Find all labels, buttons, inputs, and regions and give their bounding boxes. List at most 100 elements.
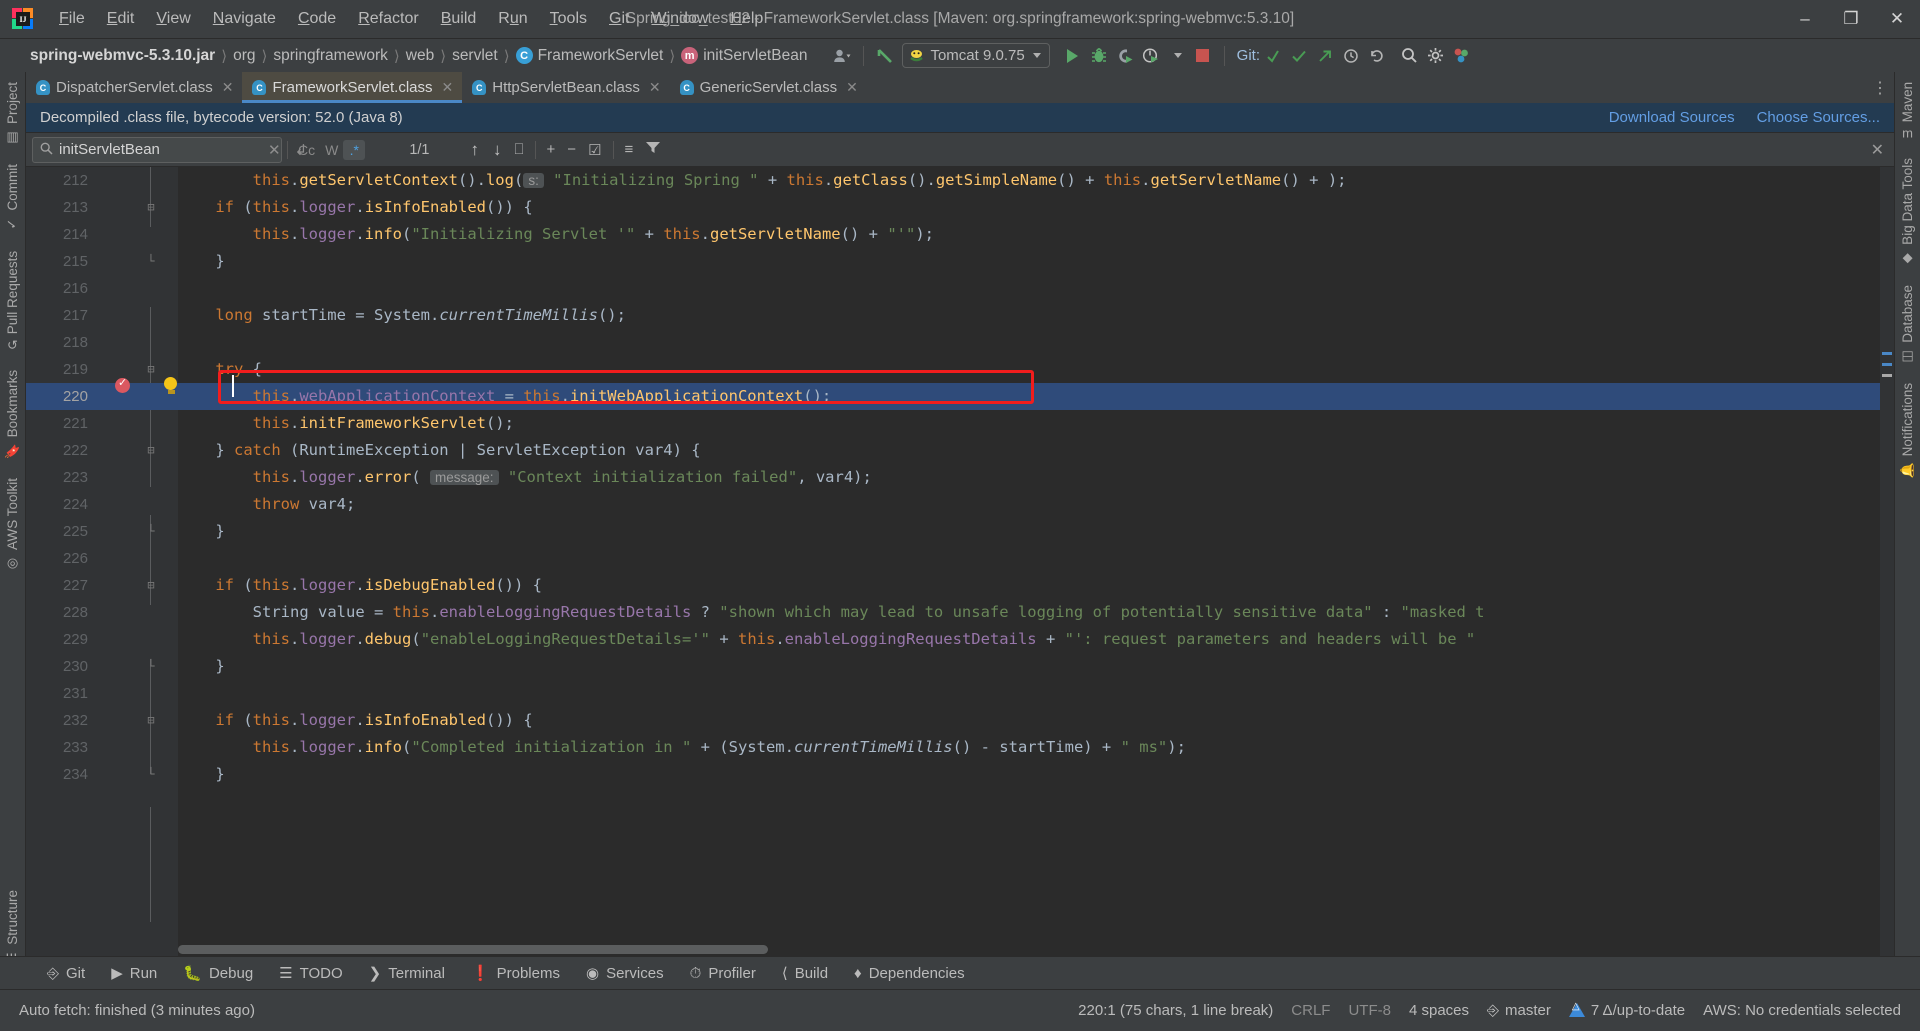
code-line[interactable]: 225 └ } bbox=[26, 518, 1894, 545]
code-line[interactable]: 220 this.webApplicationContext = this.in… bbox=[26, 383, 1894, 410]
breadcrumb-item-org[interactable]: org bbox=[229, 45, 259, 67]
sidebar-item-project[interactable]: ▤ Project bbox=[2, 72, 23, 154]
code-line[interactable]: 216 bbox=[26, 275, 1894, 302]
bottom-item-todo[interactable]: ☰ TODO bbox=[266, 960, 356, 986]
stop-icon[interactable] bbox=[1190, 43, 1216, 69]
build-hammer-icon[interactable] bbox=[872, 43, 898, 69]
find-previous-icon[interactable]: ↑ bbox=[464, 140, 487, 160]
sidebar-item-aws-toolkit[interactable]: ◎ AWS Toolkit bbox=[2, 468, 23, 580]
menu-git[interactable]: Git bbox=[598, 7, 640, 31]
choose-sources-link[interactable]: Choose Sources... bbox=[1757, 109, 1880, 126]
download-sources-link[interactable]: Download Sources bbox=[1609, 109, 1735, 126]
fold-collapse-icon[interactable]: ⊟ bbox=[144, 572, 158, 599]
git-history-icon[interactable] bbox=[1338, 43, 1364, 69]
profiler-icon[interactable] bbox=[1138, 43, 1164, 69]
code-line[interactable]: 229 this.logger.debug("enableLoggingRequ… bbox=[26, 626, 1894, 653]
sidebar-item-pull-requests[interactable]: ↺ Pull Requests bbox=[2, 241, 23, 360]
bottom-item-profiler[interactable]: ⏱ Profiler bbox=[677, 961, 769, 986]
code-line[interactable]: 228 String value = this.enableLoggingReq… bbox=[26, 599, 1894, 626]
sidebar-item-commit[interactable]: ✓ Commit bbox=[2, 154, 23, 241]
aws-credentials-status[interactable]: AWS: No credentials selected bbox=[1694, 1000, 1910, 1021]
tab-generic-servlet[interactable]: C GenericServlet.class ✕ bbox=[670, 72, 867, 103]
filter-lines-icon[interactable]: ≡ bbox=[619, 141, 640, 158]
file-encoding[interactable]: UTF-8 bbox=[1339, 1000, 1400, 1021]
fold-collapse-icon[interactable]: ⊟ bbox=[144, 194, 158, 221]
git-update-icon[interactable] bbox=[1260, 43, 1286, 69]
menu-tools[interactable]: Tools bbox=[539, 7, 598, 31]
menu-code[interactable]: Code bbox=[287, 7, 347, 31]
stripe-marker[interactable] bbox=[1882, 374, 1892, 377]
fold-collapse-icon[interactable]: ⊟ bbox=[144, 356, 158, 383]
menu-file[interactable]: File bbox=[48, 7, 96, 31]
breadcrumb-item-class[interactable]: C FrameworkServlet bbox=[512, 45, 668, 67]
user-avatar-icon[interactable] bbox=[829, 43, 855, 69]
close-find-icon[interactable]: ✕ bbox=[1861, 140, 1894, 160]
code-line[interactable]: 213 ⊟ if (this.logger.isInfoEnabled()) { bbox=[26, 194, 1894, 221]
horizontal-scrollbar[interactable] bbox=[178, 943, 1880, 956]
sidebar-item-notifications[interactable]: 🔔 Notifications bbox=[1897, 373, 1918, 487]
bottom-item-services[interactable]: ◉ Services bbox=[573, 960, 677, 986]
code-line[interactable]: 223 this.logger.error( message: "Context… bbox=[26, 464, 1894, 491]
regex-toggle[interactable]: .* bbox=[343, 139, 366, 160]
tab-http-servlet-bean[interactable]: C HttpServletBean.class ✕ bbox=[462, 72, 669, 103]
menu-navigate[interactable]: Navigate bbox=[202, 7, 287, 31]
sidebar-item-database[interactable]: ◫ Database bbox=[1897, 275, 1918, 373]
search-everywhere-icon[interactable] bbox=[1396, 43, 1422, 69]
code-line[interactable]: 217 long startTime = System.currentTimeM… bbox=[26, 302, 1894, 329]
code-line[interactable]: 221 this.initFrameworkServlet(); bbox=[26, 410, 1894, 437]
code-line[interactable]: 215 └ } bbox=[26, 248, 1894, 275]
breadcrumb-item-method[interactable]: m initServletBean bbox=[677, 45, 811, 67]
close-tab-icon[interactable]: ✕ bbox=[846, 79, 858, 96]
select-all-occurrences-icon[interactable]: ☑ bbox=[582, 141, 607, 159]
clear-search-icon[interactable]: ✕ bbox=[264, 141, 285, 159]
minimize-button[interactable]: – bbox=[1782, 0, 1828, 38]
add-occurrence-icon[interactable]: + bbox=[541, 141, 562, 158]
breadcrumb-item-servlet[interactable]: servlet bbox=[448, 45, 502, 67]
bottom-item-build[interactable]: ⟨ Build bbox=[769, 960, 841, 986]
code-line[interactable]: 224 throw var4; bbox=[26, 491, 1894, 518]
match-case-toggle[interactable]: Cc bbox=[293, 140, 320, 160]
find-next-icon[interactable]: ↓ bbox=[486, 140, 509, 160]
fold-end-icon[interactable]: └ bbox=[144, 248, 158, 275]
bottom-item-git[interactable]: ⎆ Git bbox=[34, 961, 98, 986]
code-line[interactable]: 222 ⊟ } catch (RuntimeException | Servlet… bbox=[26, 437, 1894, 464]
close-tab-icon[interactable]: ✕ bbox=[442, 79, 454, 96]
code-line[interactable]: 231 bbox=[26, 680, 1894, 707]
code-line[interactable]: 233 this.logger.info("Completed initiali… bbox=[26, 734, 1894, 761]
search-input[interactable] bbox=[59, 141, 258, 158]
menu-run[interactable]: Run bbox=[487, 7, 538, 31]
plugin-icon[interactable] bbox=[1448, 43, 1474, 69]
search-icon[interactable] bbox=[40, 142, 53, 158]
close-tab-icon[interactable]: ✕ bbox=[649, 79, 661, 96]
code-line[interactable]: 230 └ } bbox=[26, 653, 1894, 680]
open-in-find-window-icon[interactable]: ⎕ bbox=[509, 141, 530, 158]
git-push-icon[interactable] bbox=[1312, 43, 1338, 69]
code-line[interactable]: 212 this.getServletContext().log(s: "Ini… bbox=[26, 167, 1894, 194]
scrollbar-thumb[interactable] bbox=[178, 945, 768, 954]
tab-options-icon[interactable]: ⋮ bbox=[1872, 72, 1894, 103]
stripe-marker[interactable] bbox=[1882, 363, 1892, 366]
filter-icon[interactable] bbox=[639, 140, 667, 159]
code-line[interactable]: 226 bbox=[26, 545, 1894, 572]
tab-framework-servlet[interactable]: C FrameworkServlet.class ✕ bbox=[242, 72, 463, 103]
words-toggle[interactable]: W bbox=[320, 140, 343, 160]
code-scroll-area[interactable]: 212 this.getServletContext().log(s: "Ini… bbox=[26, 167, 1894, 956]
code-line[interactable]: 227 ⊟ if (this.logger.isDebugEnabled()) { bbox=[26, 572, 1894, 599]
fold-end-icon[interactable]: └ bbox=[144, 653, 158, 680]
bottom-item-terminal[interactable]: ❯ Terminal bbox=[356, 960, 458, 986]
code-line[interactable]: 234 └ } bbox=[26, 761, 1894, 788]
code-line[interactable]: 219 ⊟ try { bbox=[26, 356, 1894, 383]
search-input-wrapper[interactable]: ✕ ↲ bbox=[32, 136, 307, 163]
tab-dispatcher-servlet[interactable]: C DispatcherServlet.class ✕ bbox=[26, 72, 242, 103]
git-rollback-icon[interactable] bbox=[1364, 43, 1390, 69]
menu-window[interactable]: Window bbox=[640, 7, 719, 31]
remove-occurrence-icon[interactable]: − bbox=[561, 141, 582, 158]
sidebar-item-maven[interactable]: m Maven bbox=[1897, 72, 1918, 148]
close-button[interactable]: ✕ bbox=[1874, 0, 1920, 38]
bottom-item-dependencies[interactable]: ♦ Dependencies bbox=[841, 961, 978, 986]
code-line[interactable]: 214 this.logger.info("Initializing Servl… bbox=[26, 221, 1894, 248]
breakpoint-icon[interactable] bbox=[115, 376, 130, 393]
intention-bulb-icon[interactable] bbox=[164, 377, 178, 394]
maximize-button[interactable]: ❐ bbox=[1828, 0, 1874, 38]
sidebar-item-bookmarks[interactable]: 🔖 Bookmarks bbox=[2, 360, 23, 468]
